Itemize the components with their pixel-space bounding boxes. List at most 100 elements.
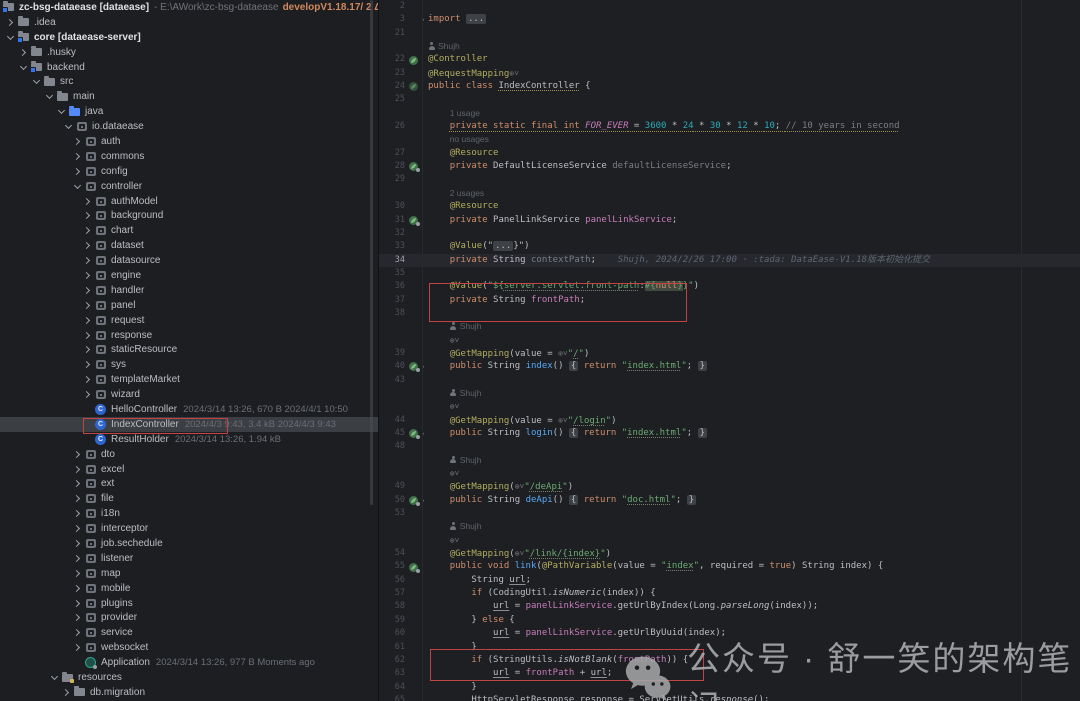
tree-item-project-root[interactable]: zc-bsg-dataease [dataease] - E:\AWork\zc-… [0, 0, 378, 15]
code-line-64[interactable]: 64 } [379, 681, 1080, 694]
code-line-60[interactable]: 60 url = panelLinkService.getUrlByUuid(i… [379, 627, 1080, 640]
chevron-closed-icon[interactable] [17, 50, 30, 55]
tree-item-main[interactable]: main [0, 89, 378, 104]
line-number[interactable]: 44 [379, 414, 407, 427]
tree-item-db-migration[interactable]: db.migration [0, 685, 378, 700]
tree-item-request[interactable]: request [0, 313, 378, 328]
code-editor[interactable]: 23›import ...21Shujh22@Controller23@Requ… [379, 0, 1080, 701]
fold-arrow-icon[interactable]: › [419, 494, 427, 507]
line-number[interactable] [379, 520, 407, 533]
spring-bean-gutter-icon[interactable] [407, 214, 420, 227]
chevron-closed-icon[interactable] [71, 571, 84, 576]
line-number[interactable]: 61 [379, 641, 407, 654]
inlay-row[interactable]: Shujh [379, 320, 1080, 333]
line-number[interactable]: 39 [379, 347, 407, 360]
line-number[interactable]: 62 [379, 654, 407, 667]
chevron-closed-icon[interactable] [81, 258, 94, 263]
inlay-row[interactable]: ⊕˅ [379, 467, 1080, 480]
line-number[interactable] [379, 187, 407, 200]
inlay-row[interactable]: no usages [379, 133, 1080, 146]
tree-item-i18n[interactable]: i18n [0, 506, 378, 521]
code-line-43[interactable]: 43 [379, 374, 1080, 387]
line-number[interactable]: 27 [379, 147, 407, 160]
line-number[interactable]: 30 [379, 200, 407, 213]
code-line-45[interactable]: 45 › public String login() { return "inde… [379, 427, 1080, 440]
author-inlay[interactable]: Shujh [460, 321, 482, 331]
chevron-closed-icon[interactable] [71, 511, 84, 516]
tree-item-staticResource[interactable]: staticResource [0, 342, 378, 357]
tree-item-husky[interactable]: .husky [0, 45, 378, 60]
line-number[interactable] [379, 334, 407, 347]
code-line-24[interactable]: 24 public class IndexController { [379, 80, 1080, 93]
chevron-closed-icon[interactable] [4, 20, 17, 25]
chevron-closed-icon[interactable] [81, 362, 94, 367]
line-number[interactable]: 63 [379, 667, 407, 680]
chevron-open-icon[interactable] [4, 36, 17, 39]
project-tree-panel[interactable]: zc-bsg-dataease [dataease] - E:\AWork\zc-… [0, 0, 379, 701]
chevron-closed-icon[interactable] [81, 333, 94, 338]
tree-item-auth[interactable]: auth [0, 134, 378, 149]
url-mapping-inlay-icon[interactable]: ⊕˅ [450, 336, 460, 345]
tree-item-excel[interactable]: excel [0, 462, 378, 477]
line-number[interactable]: 60 [379, 627, 407, 640]
line-number[interactable] [379, 467, 407, 480]
chevron-open-icon[interactable] [43, 95, 56, 98]
line-number[interactable] [379, 454, 407, 467]
tree-item-ext[interactable]: ext [0, 477, 378, 492]
tree-item-mobile[interactable]: mobile [0, 581, 378, 596]
chevron-open-icon[interactable] [71, 185, 84, 188]
tree-item-map[interactable]: map [0, 566, 378, 581]
tree-item-service[interactable]: service [0, 625, 378, 640]
usages-inlay[interactable]: no usages [450, 134, 489, 144]
inlay-row[interactable]: Shujh [379, 387, 1080, 400]
code-line-27[interactable]: 27 @Resource [379, 147, 1080, 160]
fold-arrow-icon[interactable]: › [419, 360, 427, 373]
line-number[interactable]: 28 [379, 160, 407, 173]
spring-bean-gutter-icon[interactable] [407, 160, 420, 173]
code-line-33[interactable]: 33 @Value("...}") [379, 240, 1080, 253]
line-number[interactable] [379, 40, 407, 53]
inlay-row[interactable]: 1 usage [379, 107, 1080, 120]
tree-item-sys[interactable]: sys [0, 357, 378, 372]
code-line-21[interactable]: 21 [379, 27, 1080, 40]
chevron-closed-icon[interactable] [71, 481, 84, 486]
code-line-56[interactable]: 56 String url; [379, 574, 1080, 587]
tree-item-java[interactable]: java [0, 104, 378, 119]
chevron-closed-icon[interactable] [81, 318, 94, 323]
tree-item-dataset[interactable]: dataset [0, 238, 378, 253]
chevron-closed-icon[interactable] [71, 615, 84, 620]
git-branch-label[interactable]: developV1.18.17/ 2 Δ [283, 2, 378, 13]
line-number[interactable]: 26 [379, 120, 407, 133]
chevron-closed-icon[interactable] [81, 392, 94, 397]
code-line-49[interactable]: 49 @GetMapping(⊕˅"/deApi") [379, 480, 1080, 493]
fold-arrow-icon[interactable]: › [419, 427, 427, 440]
line-number[interactable]: 23 [379, 67, 407, 80]
line-number[interactable]: 58 [379, 600, 407, 613]
spring-bean-gutter-icon[interactable] [407, 53, 419, 66]
code-line-38[interactable]: 38 [379, 307, 1080, 320]
line-number[interactable]: 29 [379, 173, 407, 186]
chevron-closed-icon[interactable] [71, 645, 84, 650]
chevron-closed-icon[interactable] [71, 586, 84, 591]
inlay-row[interactable]: Shujh [379, 40, 1080, 53]
chevron-open-icon[interactable] [17, 66, 30, 69]
usages-inlay[interactable]: 1 usage [450, 108, 480, 118]
usages-inlay[interactable]: 2 usages [450, 188, 485, 198]
tree-item-io-dataease[interactable]: io.dataease [0, 119, 378, 134]
chevron-closed-icon[interactable] [71, 526, 84, 531]
code-line-37[interactable]: 37 private String frontPath; [379, 294, 1080, 307]
chevron-closed-icon[interactable] [71, 630, 84, 635]
line-number[interactable] [379, 387, 407, 400]
inlay-row[interactable]: 2 usages [379, 187, 1080, 200]
line-number[interactable]: 31 [379, 214, 407, 227]
spring-bean-gutter-icon[interactable] [407, 80, 419, 93]
tree-item-engine[interactable]: engine [0, 268, 378, 283]
tree-item-provider[interactable]: provider [0, 611, 378, 626]
chevron-closed-icon[interactable] [71, 139, 84, 144]
code-line-22[interactable]: 22 @Controller [379, 53, 1080, 66]
chevron-closed-icon[interactable] [71, 541, 84, 546]
tree-item-src[interactable]: src [0, 74, 378, 89]
code-line-58[interactable]: 58 url = panelLinkService.getUrlByIndex(… [379, 600, 1080, 613]
tree-item-templateMarket[interactable]: templateMarket [0, 372, 378, 387]
tree-item-Application[interactable]: Application 2024/3/14 13:26, 977 B Moment… [0, 655, 378, 670]
